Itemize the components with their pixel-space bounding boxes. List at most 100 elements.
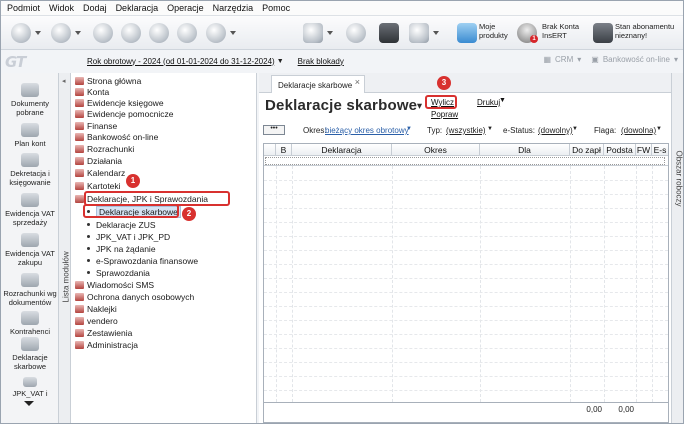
module-dokumenty-pobrane[interactable]: Dokumenty pobrane [1, 83, 59, 117]
menu-pomoc[interactable]: Pomoc [262, 3, 290, 13]
tree-item-ochrona-danych[interactable]: Ochrona danych osobowych [75, 291, 194, 302]
chevron-down-icon[interactable]: ▼ [406, 126, 412, 132]
crm-label[interactable]: CRM [555, 55, 573, 64]
menu-operacje[interactable]: Operacje [167, 3, 204, 13]
menu-podmiot[interactable]: Podmiot [7, 3, 40, 13]
estatus-dropdown[interactable]: (dowolny) [538, 126, 573, 135]
tree-item-kalendarz[interactable]: Kalendarz [75, 167, 125, 178]
module-rozrachunki[interactable]: Rozrachunki wg dokumentów [1, 273, 59, 307]
tree-item-naklejki[interactable]: Naklejki [75, 303, 117, 314]
more-modules-icon[interactable] [24, 401, 34, 406]
tree-item-jpk-na-zadanie[interactable]: JPK na żądanie [85, 243, 156, 254]
new-document-icon[interactable] [11, 23, 31, 43]
chevron-down-icon[interactable]: ▼ [656, 126, 662, 132]
edit-icon[interactable] [93, 23, 113, 43]
tree-item-bankowosc[interactable]: Bankowość on-line [75, 131, 158, 142]
chevron-down-icon[interactable] [230, 31, 236, 35]
lista-modulow-strip[interactable]: ◂ Lista modułów [59, 73, 71, 423]
module-deklaracje-skarbowe[interactable]: Deklaracje skarbowe [1, 337, 59, 371]
column-header-dla[interactable]: Dla [480, 144, 570, 156]
chevron-down-icon[interactable]: ▾ [417, 101, 422, 111]
chevron-down-icon[interactable]: ▼ [487, 126, 493, 132]
module-ewidencja-vat-zakupu[interactable]: Ewidencja VAT zakupu [1, 233, 59, 267]
menu-dodaj[interactable]: Dodaj [83, 3, 107, 13]
moje-produkty-label[interactable]: Moje produkty [479, 22, 508, 40]
menu-widok[interactable]: Widok [49, 3, 74, 13]
step-badge-1: 1 [126, 174, 140, 188]
tree-item-vendero[interactable]: vendero [75, 315, 118, 326]
column-header-do-zaplaty[interactable]: Do zapł [570, 144, 604, 156]
chevron-down-icon[interactable]: ▾ [577, 55, 581, 64]
tree-item-dzialania[interactable]: Działania [75, 155, 122, 166]
tree-item-jpk-vat-pd[interactable]: JPK_VAT i JPK_PD [85, 231, 170, 242]
bank-icon[interactable]: ▣ [591, 55, 599, 64]
chevron-down-icon[interactable]: ▼ [499, 97, 506, 104]
chevron-down-icon[interactable] [433, 31, 439, 35]
menu-deklaracja[interactable]: Deklaracja [116, 3, 159, 13]
chevron-down-icon[interactable] [327, 31, 333, 35]
column-header-deklaracja[interactable]: Deklaracja [292, 144, 392, 156]
tree-item-kartoteki[interactable]: Kartoteki [75, 180, 121, 191]
module-dekretacja[interactable]: Dekretacja i księgowanie [1, 153, 59, 187]
filter-row-cell[interactable] [265, 157, 665, 165]
brak-konta-label[interactable]: Brak Konta InsERT [542, 22, 579, 40]
column-header-fw[interactable]: FW [636, 144, 652, 156]
drukuj-button[interactable]: Drukuj [477, 98, 500, 107]
tree-item-deklaracje-zus[interactable]: Deklaracje ZUS [85, 219, 156, 230]
okres-dropdown[interactable]: bieżący okres obrotowy [325, 126, 409, 135]
tree-item-rozrachunki[interactable]: Rozrachunki [75, 143, 134, 154]
column-header-check[interactable] [264, 144, 276, 156]
column-header-e-status[interactable]: E-s [652, 144, 668, 156]
obszar-roboczy-strip[interactable]: Obszar roboczy [671, 73, 683, 423]
tree-item-ewidencje-ksiegowe[interactable]: Ewidencje księgowe [75, 97, 164, 108]
popraw-button[interactable]: Popraw [431, 110, 458, 119]
tree-item-administracja[interactable]: Administracja [75, 339, 138, 350]
search-icon[interactable] [206, 23, 226, 43]
column-header-podstawa[interactable]: Podsta [604, 144, 636, 156]
rok-obrotowy-link[interactable]: Rok obrotowy - 2024 (od 01-01-2024 do 31… [87, 57, 275, 66]
module-plan-kont[interactable]: Plan kont [1, 123, 59, 148]
tab-deklaracje-skarbowe[interactable]: Deklaracje skarbowe × [271, 75, 365, 93]
tree-item-wiadomosci-sms[interactable]: Wiadomości SMS [75, 279, 154, 290]
typ-dropdown[interactable]: (wszystkie) [446, 126, 486, 135]
tree-item-sprawozdania[interactable]: Sprawozdania [85, 267, 150, 278]
module-kontrahenci[interactable]: Kontrahenci [1, 311, 59, 336]
module-jpk-vat[interactable]: JPK_VAT i [1, 377, 59, 398]
menu-narzedzia[interactable]: Narzędzia [213, 3, 254, 13]
cloud-icon[interactable] [409, 23, 429, 43]
tree-item-finanse[interactable]: Finanse [75, 120, 117, 131]
tree-item-zestawienia[interactable]: Zestawienia [75, 327, 132, 338]
module-ewidencja-vat-sprzedazy[interactable]: Ewidencja VAT sprzedaży [1, 193, 59, 227]
delete-icon[interactable] [149, 23, 169, 43]
globe-icon[interactable] [346, 23, 366, 43]
more-options-button[interactable]: ••• [263, 125, 285, 135]
tree-item-strona-glowna[interactable]: Strona główna [75, 75, 141, 86]
chevron-down-icon[interactable]: ▼ [572, 126, 578, 132]
chevron-down-icon[interactable]: ▼ [277, 58, 284, 65]
flaga-dropdown[interactable]: (dowolna) [621, 126, 656, 135]
chevron-down-icon[interactable] [35, 31, 41, 35]
close-icon[interactable]: × [355, 77, 360, 87]
okres-label: Okres: [303, 126, 327, 135]
calculator-icon[interactable] [303, 23, 323, 43]
crm-icon[interactable]: ▦ [543, 55, 551, 64]
chevron-down-icon[interactable] [75, 31, 81, 35]
column-header-okres[interactable]: Okres [392, 144, 480, 156]
chevron-down-icon[interactable]: ▾ [674, 55, 678, 64]
page-title[interactable]: Deklaracje skarbowe▾ [265, 97, 422, 114]
bank-label[interactable]: Bankowość on-line [603, 55, 670, 64]
shield-icon[interactable] [593, 23, 613, 43]
tree-item-e-sprawozdania[interactable]: e-Sprawozdania finansowe [85, 255, 198, 266]
tool-icon[interactable] [121, 23, 141, 43]
wylicz-button[interactable]: Wylicz [431, 98, 454, 107]
print-icon[interactable] [177, 23, 197, 43]
brak-blokady-link[interactable]: Brak blokady [298, 57, 344, 66]
open-icon[interactable] [51, 23, 71, 43]
package-icon[interactable] [379, 23, 399, 43]
collapse-left-icon[interactable]: ◂ [62, 77, 66, 85]
tree-item-ewidencje-pomocnicze[interactable]: Ewidencje pomocnicze [75, 108, 173, 119]
products-icon[interactable] [457, 23, 477, 43]
stan-abonamentu-label[interactable]: Stan abonamentu nieznany! [615, 22, 674, 40]
tree-item-konta[interactable]: Konta [75, 86, 109, 97]
column-header-b[interactable]: B [276, 144, 292, 156]
